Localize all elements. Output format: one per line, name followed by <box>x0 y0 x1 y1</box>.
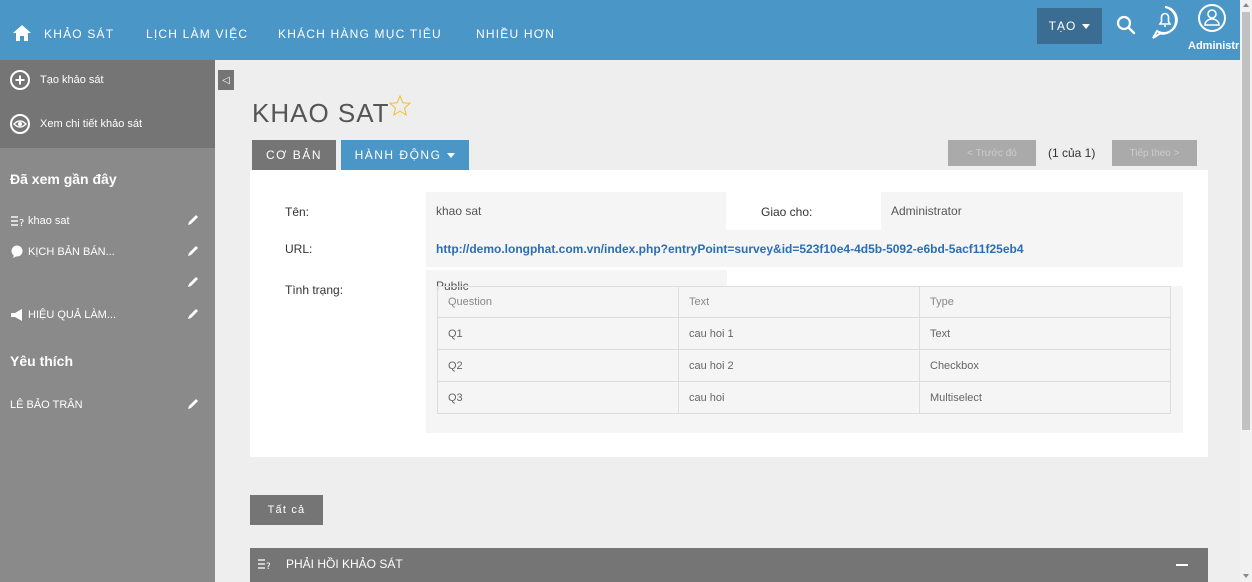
nav-item-surveys[interactable]: KHẢO SÁT <box>44 27 114 41</box>
all-button[interactable]: Tất cả <box>250 495 323 525</box>
table-row: Q3 cau hoi Multiselect <box>437 381 1171 414</box>
table-header-row: Question Text Type <box>437 286 1171 318</box>
plus-circle-icon <box>10 70 30 90</box>
feedback-section-header[interactable]: ? PHẢI HỒI KHẢO SÁT <box>250 548 1208 582</box>
favorites-heading: Yêu thích <box>10 353 74 369</box>
name-value-text: khao sat <box>436 204 482 218</box>
pencil-icon[interactable] <box>186 307 200 321</box>
create-button[interactable]: TẠO <box>1037 8 1102 44</box>
recent-heading: Đã xem gần đây <box>10 171 117 187</box>
record-counter: (1 của 1) <box>1048 146 1096 160</box>
url-value: http://demo.longphat.com.vn/index.php?en… <box>426 230 1183 267</box>
user-name[interactable]: Administr <box>1188 40 1239 52</box>
top-navbar: KHẢO SÁT LỊCH LÀM VIỆC KHÁCH HÀNG MỤC TI… <box>0 0 1240 60</box>
assigned-value: Administrator <box>881 192 1183 230</box>
scrollbar-thumb[interactable] <box>1242 12 1250 430</box>
panel-overlap <box>727 267 1183 286</box>
table-row: Q2 cau hoi 2 Checkbox <box>437 349 1171 382</box>
recent-item-sales-script[interactable]: KỊCH BẢN BÁN... <box>0 241 215 265</box>
scroll-down-icon[interactable] <box>1243 574 1249 578</box>
name-value: khao sat <box>426 192 726 230</box>
list-question-icon: ? <box>258 559 270 570</box>
next-button[interactable]: Tiếp theo > <box>1112 140 1197 166</box>
eye-icon <box>10 114 30 134</box>
pencil-icon[interactable] <box>186 244 200 258</box>
table-cell: Q2 <box>437 349 679 382</box>
table-cell: Q3 <box>437 381 679 414</box>
previous-button-label: < Trước đó <box>967 147 1017 159</box>
table-row: Q1 cau hoi 1 Text <box>437 317 1171 350</box>
scroll-up-icon[interactable] <box>1243 3 1249 7</box>
nav-item-more[interactable]: NHIỀU HƠN <box>476 27 555 41</box>
svg-text:?: ? <box>19 218 24 228</box>
recent-item-survey[interactable]: ? khao sat <box>0 210 215 234</box>
pencil-icon[interactable] <box>186 275 200 289</box>
column-header: Type <box>919 286 1171 318</box>
tab-basic[interactable]: CƠ BẢN <box>252 140 336 170</box>
svg-text:?: ? <box>266 562 270 570</box>
notification-icon[interactable] <box>1150 5 1180 41</box>
name-label: Tên: <box>285 205 310 219</box>
home-icon[interactable] <box>12 24 32 42</box>
table-cell: Q1 <box>437 317 679 350</box>
pencil-icon[interactable] <box>186 397 200 411</box>
tab-actions[interactable]: HÀNH ĐỘNG <box>341 140 469 170</box>
favorite-item[interactable]: LÊ BẢO TRÂN <box>0 394 215 418</box>
sidebar-action-label: Tạo khảo sát <box>40 74 104 86</box>
tab-label: CƠ BẢN <box>266 148 322 162</box>
tab-label: HÀNH ĐỘNG <box>354 148 442 162</box>
questions-table: Question Text Type Q1 cau hoi 1 Text Q2 … <box>437 286 1171 414</box>
section-title: PHẢI HỒI KHẢO SÁT <box>286 557 403 571</box>
list-question-icon: ? <box>11 216 24 228</box>
assigned-label: Giao cho: <box>761 205 813 219</box>
recent-item-performance[interactable]: HIỆU QUẢ LÀM... <box>0 304 215 328</box>
chevron-down-icon <box>447 152 456 158</box>
next-button-label: Tiếp theo > <box>1129 147 1180 159</box>
all-button-label: Tất cả <box>267 504 306 516</box>
app-root: KHẢO SÁT LỊCH LÀM VIỆC KHÁCH HÀNG MỤC TI… <box>0 0 1252 582</box>
collapse-icon[interactable] <box>1176 564 1188 566</box>
column-header: Text <box>678 286 920 318</box>
table-cell: Multiselect <box>919 381 1171 414</box>
pencil-icon[interactable] <box>186 213 200 227</box>
chevron-left-icon: ◁ <box>222 74 230 86</box>
chat-icon <box>11 245 23 258</box>
recent-item-empty[interactable] <box>0 272 215 296</box>
sidebar-collapse-button[interactable]: ◁ <box>218 70 234 90</box>
page-scrollbar[interactable] <box>1240 0 1252 582</box>
status-label: Tình trạng: <box>285 283 344 297</box>
table-cell: cau hoi 1 <box>678 317 920 350</box>
column-header: Question <box>437 286 679 318</box>
sidebar-action-view-survey[interactable]: Xem chi tiết khảo sát <box>0 104 215 148</box>
favorite-item-label: LÊ BẢO TRÂN <box>10 399 83 411</box>
assigned-value-text: Administrator <box>891 204 962 218</box>
search-icon[interactable] <box>1115 14 1137 36</box>
table-cell: cau hoi <box>678 381 920 414</box>
table-cell: Text <box>919 317 1171 350</box>
sidebar-action-create-survey[interactable]: Tạo khảo sát <box>0 60 215 104</box>
megaphone-icon <box>11 309 22 321</box>
create-button-label: TẠO <box>1048 19 1077 33</box>
sidebar-action-label: Xem chi tiết khảo sát <box>40 118 143 130</box>
nav-item-target-customers[interactable]: KHÁCH HÀNG MỤC TIÊU <box>278 27 442 41</box>
recent-item-label: KỊCH BẢN BÁN... <box>28 246 115 258</box>
chevron-down-icon <box>1082 23 1091 29</box>
user-icon[interactable] <box>1197 3 1227 33</box>
url-label: URL: <box>285 242 313 256</box>
page-title: KHAO SAT <box>252 98 390 128</box>
recent-item-label: khao sat <box>28 215 70 227</box>
table-cell: Checkbox <box>919 349 1171 382</box>
nav-item-calendar[interactable]: LỊCH LÀM VIỆC <box>146 27 248 41</box>
sidebar: Tạo khảo sát Xem chi tiết khảo sát Đã xe… <box>0 60 215 582</box>
survey-url-link[interactable]: http://demo.longphat.com.vn/index.php?en… <box>436 242 1024 256</box>
recent-item-label: HIỆU QUẢ LÀM... <box>28 309 117 321</box>
previous-button[interactable]: < Trước đó <box>948 140 1036 166</box>
favorite-star-icon[interactable] <box>388 94 412 118</box>
table-cell: cau hoi 2 <box>678 349 920 382</box>
